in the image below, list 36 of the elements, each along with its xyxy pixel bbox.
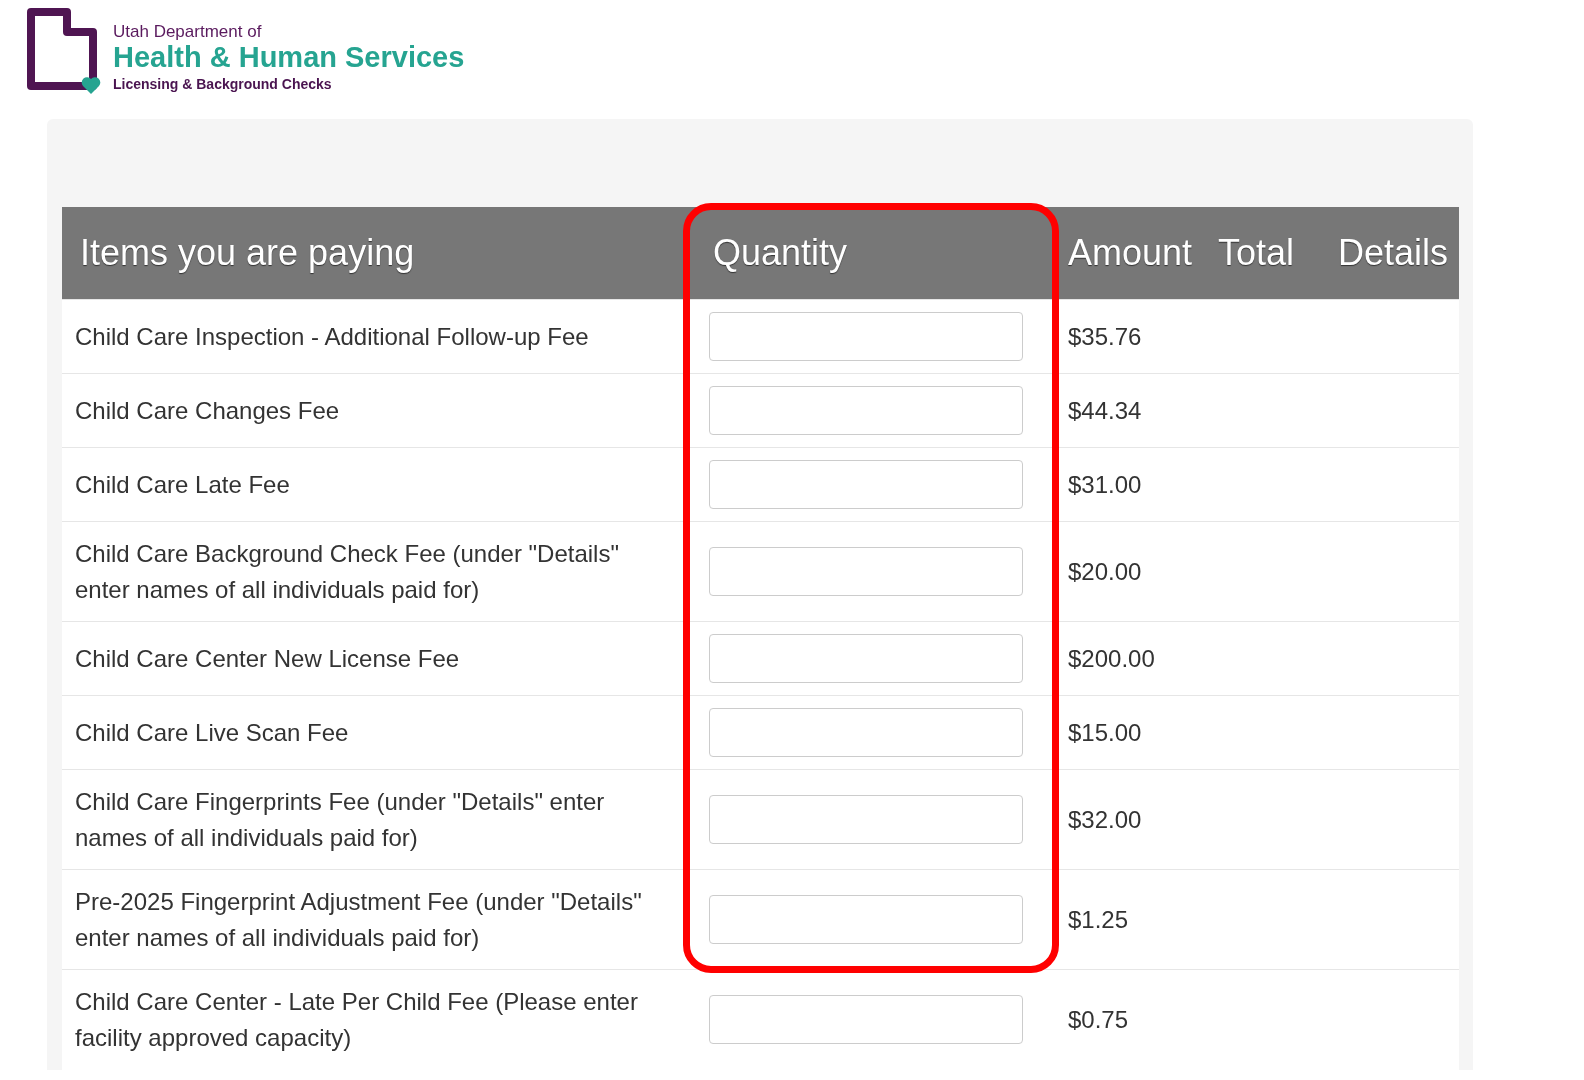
column-header: Amount xyxy=(1058,207,1218,300)
division-name: Licensing & Background Checks xyxy=(113,75,333,92)
item-name: Child Care Background Check Fee (under "Details" enter names of all individuals paid for) xyxy=(75,538,620,605)
column-header: Items you are paying xyxy=(62,207,685,300)
amount-value: $15.00 xyxy=(1068,717,1143,748)
utah-heart-logo-icon xyxy=(27,8,101,96)
amount-value: $20.00 xyxy=(1068,556,1143,587)
item-name: Child Care Inspection - Additional Follow-up Fee xyxy=(75,321,590,352)
column-header: Total xyxy=(1218,207,1338,300)
quantity-input[interactable] xyxy=(709,795,1023,844)
department-name: Health & Human Services xyxy=(113,42,465,74)
item-name: Pre-2025 Fingerprint Adjustment Fee (under "Details" enter names of all individuals paid for) xyxy=(75,886,643,953)
amount-value: $35.76 xyxy=(1068,321,1143,352)
quantity-input[interactable] xyxy=(709,634,1023,683)
department-label: Utah Department of xyxy=(113,22,263,42)
quantity-input[interactable] xyxy=(709,895,1023,944)
column-header: Details xyxy=(1338,207,1459,300)
quantity-input[interactable] xyxy=(709,547,1023,596)
amount-value: $44.34 xyxy=(1068,395,1143,426)
amount-value: $31.00 xyxy=(1068,469,1143,500)
quantity-input[interactable] xyxy=(709,708,1023,757)
item-name: Child Care Center New License Fee xyxy=(75,643,461,674)
amount-value: $200.00 xyxy=(1068,643,1156,674)
amount-value: $1.25 xyxy=(1068,904,1130,935)
quantity-input[interactable] xyxy=(709,312,1023,361)
quantity-input[interactable] xyxy=(709,995,1023,1045)
item-name: Child Care Late Fee xyxy=(75,469,291,500)
quantity-input[interactable] xyxy=(709,386,1023,435)
column-header: Quantity xyxy=(685,207,1058,300)
item-name: Child Care Fingerprints Fee (under "Details" enter names of all individuals paid for) xyxy=(75,786,606,853)
amount-value: $32.00 xyxy=(1068,804,1143,835)
amount-value: $0.75 xyxy=(1068,1004,1130,1035)
item-name: Child Care Changes Fee xyxy=(75,395,341,426)
quantity-input[interactable] xyxy=(709,460,1023,509)
item-name: Child Care Live Scan Fee xyxy=(75,717,350,748)
item-name: Child Care Center - Late Per Child Fee (Please enter facility approved capacity) xyxy=(75,986,639,1053)
